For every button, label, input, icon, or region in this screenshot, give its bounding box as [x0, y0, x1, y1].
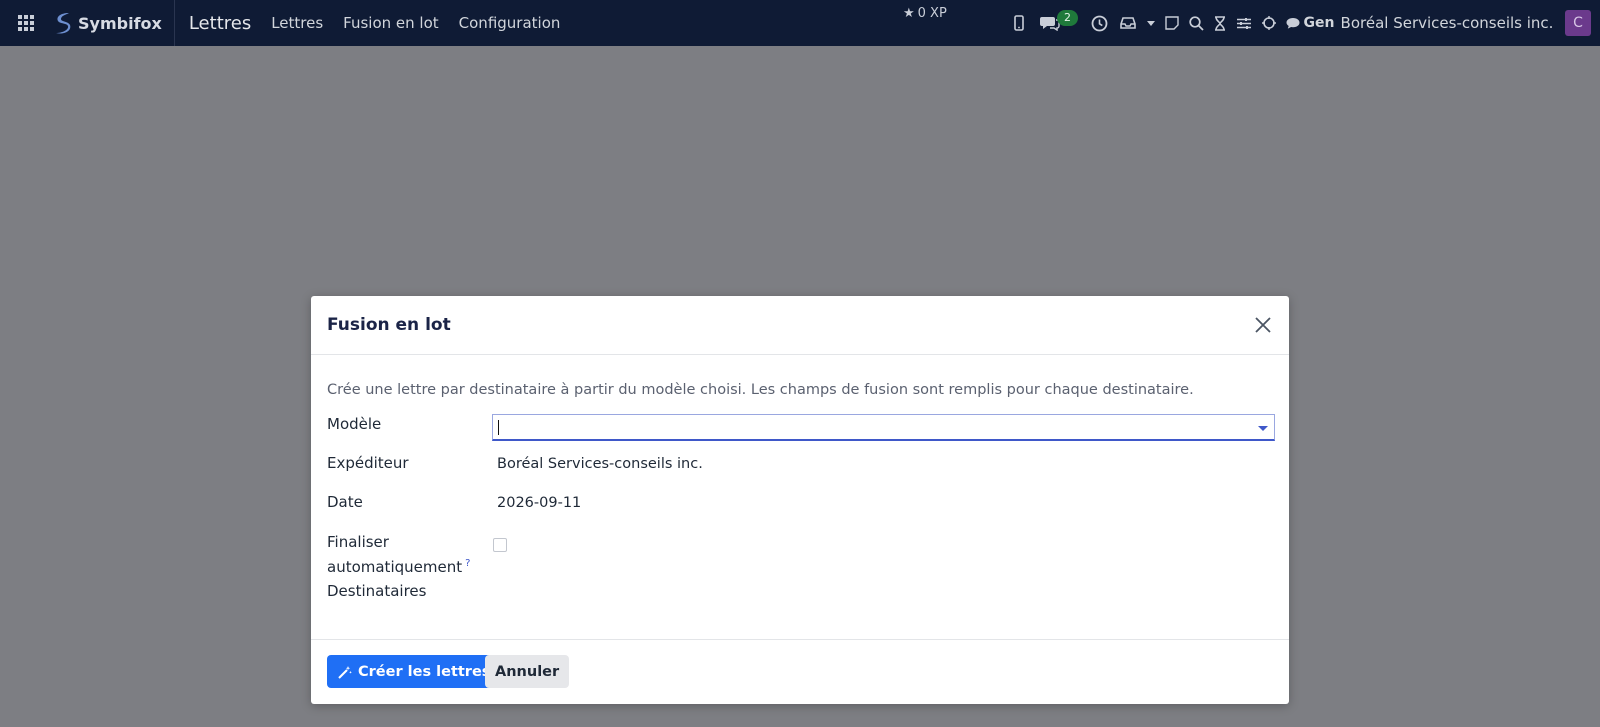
dialog-body: Crée une lettre par destinataire à parti… — [311, 355, 1289, 640]
systray: 2 Gen Boréal Services-conseils inc. C — [1004, 0, 1600, 46]
app-title[interactable]: Lettres — [189, 13, 251, 34]
apps-menu-icon[interactable] — [0, 0, 52, 46]
menu-item-fusion-en-lot[interactable]: Fusion en lot — [343, 14, 438, 32]
brand-logo[interactable]: Symbifox — [52, 0, 175, 46]
auto-finalize-label-line1: Finaliser — [327, 533, 389, 551]
messages-count-badge: 2 — [1057, 10, 1078, 26]
company-switcher[interactable]: Boréal Services-conseils inc. — [1338, 0, 1556, 46]
clock-icon[interactable] — [1084, 0, 1114, 46]
model-label: Modèle — [327, 415, 382, 433]
avatar: C — [1565, 10, 1591, 36]
brand-name: Symbifox — [78, 13, 162, 33]
cancel-button[interactable]: Annuler — [485, 655, 570, 688]
user-chat-button[interactable]: Gen — [1282, 0, 1338, 46]
auto-finalize-label: Finaliser automatiquement? — [327, 532, 470, 578]
close-button[interactable] — [1253, 315, 1273, 335]
recipients-label: Destinataires — [327, 582, 427, 600]
messages-button[interactable]: 2 — [1034, 0, 1084, 46]
batch-merge-dialog: Fusion en lot Crée une lettre par destin… — [311, 296, 1289, 704]
star-icon: ★ — [903, 6, 915, 21]
date-label: Date — [327, 493, 363, 511]
auto-finalize-checkbox[interactable] — [493, 538, 507, 552]
menu-item-configuration[interactable]: Configuration — [459, 14, 561, 32]
sender-label: Expéditeur — [327, 454, 409, 472]
create-letters-button[interactable]: Créer les lettres — [327, 655, 502, 688]
menu-item-lettres[interactable]: Lettres — [271, 14, 323, 32]
close-icon — [1255, 317, 1271, 333]
auto-finalize-label-line2: automatiquement — [327, 558, 463, 576]
inbox-icon[interactable] — [1114, 0, 1142, 46]
dropdown-arrow-icon[interactable] — [1258, 426, 1268, 431]
sliders-icon[interactable] — [1232, 0, 1256, 46]
xp-counter[interactable]: ★ 0 XP — [903, 6, 947, 21]
model-select[interactable] — [492, 414, 1275, 441]
user-short-name: Gen — [1303, 15, 1335, 31]
magic-wand-icon — [338, 665, 352, 679]
sender-value: Boréal Services-conseils inc. — [497, 456, 703, 472]
hourglass-icon[interactable] — [1208, 0, 1232, 46]
dialog-title: Fusion en lot — [327, 315, 451, 335]
search-icon[interactable] — [1184, 0, 1208, 46]
note-icon[interactable] — [1160, 0, 1184, 46]
text-cursor — [498, 420, 499, 435]
create-letters-label: Créer les lettres — [358, 663, 491, 680]
dialog-header: Fusion en lot — [311, 296, 1289, 355]
dialog-footer: Créer les lettres Annuler — [311, 639, 1289, 704]
mobile-icon[interactable] — [1004, 0, 1034, 46]
symbifox-logo-icon — [56, 13, 71, 34]
xp-value: 0 XP — [917, 6, 947, 21]
dialog-intro-text: Crée une lettre par destinataire à parti… — [327, 382, 1194, 398]
dropdown-caret-icon[interactable] — [1142, 0, 1160, 46]
user-avatar-button[interactable]: C — [1556, 0, 1600, 46]
chat-icon — [1286, 18, 1300, 29]
bug-icon[interactable] — [1256, 0, 1282, 46]
top-navbar: Symbifox Lettres Lettres Fusion en lot C… — [0, 0, 1600, 46]
date-value[interactable]: 2026-09-11 — [497, 495, 581, 511]
help-tooltip-icon[interactable]: ? — [465, 558, 470, 569]
